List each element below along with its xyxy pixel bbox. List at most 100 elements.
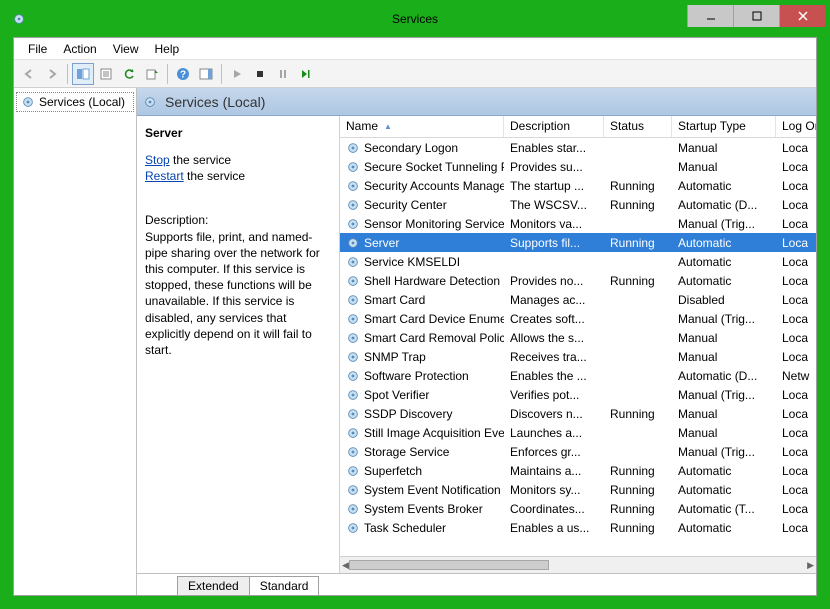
table-row[interactable]: Spot VerifierVerifies pot...Manual (Trig… [340,385,816,404]
table-row[interactable]: Service KMSELDIAutomaticLoca [340,252,816,271]
help-button[interactable]: ? [172,63,194,85]
table-row[interactable]: Security Accounts ManagerThe startup ...… [340,176,816,195]
maximize-button[interactable] [733,5,779,27]
tree-item-label: Services (Local) [39,95,125,109]
tree-pane: Services (Local) [14,88,137,595]
gear-icon [346,141,360,155]
properties-button[interactable] [95,63,117,85]
restart-service-button[interactable] [295,63,317,85]
table-row[interactable]: Sensor Monitoring ServiceMonitors va...M… [340,214,816,233]
table-row[interactable]: SNMP TrapReceives tra...ManualLoca [340,347,816,366]
gear-icon [346,369,360,383]
table-row[interactable]: SSDP DiscoveryDiscovers n...RunningManua… [340,404,816,423]
gear-icon [346,217,360,231]
table-row[interactable]: System Event Notification S...Monitors s… [340,480,816,499]
list-view: Name▲ Description Status Startup Type Lo… [339,116,816,573]
table-row[interactable]: Shell Hardware DetectionProvides no...Ru… [340,271,816,290]
table-row[interactable]: Smart Card Removal PolicyAllows the s...… [340,328,816,347]
list-body[interactable]: Secondary LogonEnables star...ManualLoca… [340,138,816,556]
column-status[interactable]: Status [604,116,672,137]
restart-suffix: the service [184,169,245,183]
gear-icon [346,236,360,250]
minimize-button[interactable] [687,5,733,27]
start-service-button[interactable] [226,63,248,85]
table-row[interactable]: Smart CardManages ac...DisabledLoca [340,290,816,309]
gear-icon [346,445,360,459]
stop-service-button[interactable] [249,63,271,85]
show-hide-tree-button[interactable] [72,63,94,85]
refresh-button[interactable] [118,63,140,85]
table-row[interactable]: Security CenterThe WSCSV...RunningAutoma… [340,195,816,214]
column-name[interactable]: Name▲ [340,116,504,137]
gear-icon [346,293,360,307]
list-header: Name▲ Description Status Startup Type Lo… [340,116,816,138]
table-row[interactable]: Secondary LogonEnables star...ManualLoca [340,138,816,157]
table-row[interactable]: Still Image Acquisition EventsLaunches a… [340,423,816,442]
service-description: Supports file, print, and named-pipe sha… [145,229,331,359]
stop-link[interactable]: Stop [145,153,170,167]
toolbar-separator [67,64,68,84]
column-logon[interactable]: Log On As [776,116,816,137]
gear-icon [346,331,360,345]
view-tabs: Extended Standard [137,573,816,595]
scroll-left-icon[interactable]: ◀ [342,560,349,571]
gear-icon [346,502,360,516]
menu-file[interactable]: File [20,40,55,58]
table-row[interactable]: Task SchedulerEnables a us...RunningAuto… [340,518,816,537]
gear-icon [346,464,360,478]
menu-help[interactable]: Help [147,40,188,58]
column-startup[interactable]: Startup Type [672,116,776,137]
toolbar-separator [221,64,222,84]
gear-icon [346,350,360,364]
horizontal-scrollbar[interactable]: ◀ ▶ [340,556,816,573]
restart-link[interactable]: Restart [145,169,184,183]
gear-icon [346,426,360,440]
right-pane: Services (Local) Server Stop the service… [137,88,816,595]
gear-icon [346,521,360,535]
table-row[interactable]: Storage ServiceEnforces gr...Manual (Tri… [340,442,816,461]
tree-item-services-local[interactable]: Services (Local) [16,92,134,112]
header-banner: Services (Local) [137,88,816,116]
scroll-right-icon[interactable]: ▶ [807,560,814,571]
gear-icon [346,483,360,497]
sort-asc-icon: ▲ [384,122,392,131]
stop-suffix: the service [170,153,231,167]
show-hide-action-pane-button[interactable] [195,63,217,85]
service-name: Server [145,126,331,140]
tab-extended[interactable]: Extended [177,576,250,595]
desc-label: Description: [145,212,331,228]
gear-icon [346,388,360,402]
gear-icon [346,255,360,269]
back-button[interactable] [18,63,40,85]
table-row[interactable]: System Events BrokerCoordinates...Runnin… [340,499,816,518]
scroll-thumb[interactable] [349,560,549,570]
table-row[interactable]: Secure Socket Tunneling Pr...Provides su… [340,157,816,176]
gear-icon [143,95,157,109]
gear-icon [346,198,360,212]
titlebar[interactable]: Services [5,5,825,33]
menu-view[interactable]: View [105,40,147,58]
detail-panel: Server Stop the service Restart the serv… [137,116,339,573]
toolbar: ? [14,60,816,88]
pause-service-button[interactable] [272,63,294,85]
gear-icon [346,160,360,174]
tab-standard[interactable]: Standard [249,576,320,595]
gear-icon [346,407,360,421]
menubar: File Action View Help [14,38,816,60]
column-description[interactable]: Description [504,116,604,137]
svg-text:?: ? [180,69,186,80]
toolbar-separator [167,64,168,84]
table-row[interactable]: Smart Card Device Enumera...Creates soft… [340,309,816,328]
table-row[interactable]: ServerSupports fil...RunningAutomaticLoc… [340,233,816,252]
export-list-button[interactable] [141,63,163,85]
close-button[interactable] [779,5,825,27]
menu-action[interactable]: Action [55,40,104,58]
table-row[interactable]: SuperfetchMaintains a...RunningAutomatic… [340,461,816,480]
forward-button[interactable] [41,63,63,85]
table-row[interactable]: Software ProtectionEnables the ...Automa… [340,366,816,385]
banner-title: Services (Local) [165,94,265,110]
gear-icon [346,312,360,326]
window-frame: Services File Action View Help ? [4,4,826,605]
gear-icon [21,95,35,109]
gear-icon [346,274,360,288]
